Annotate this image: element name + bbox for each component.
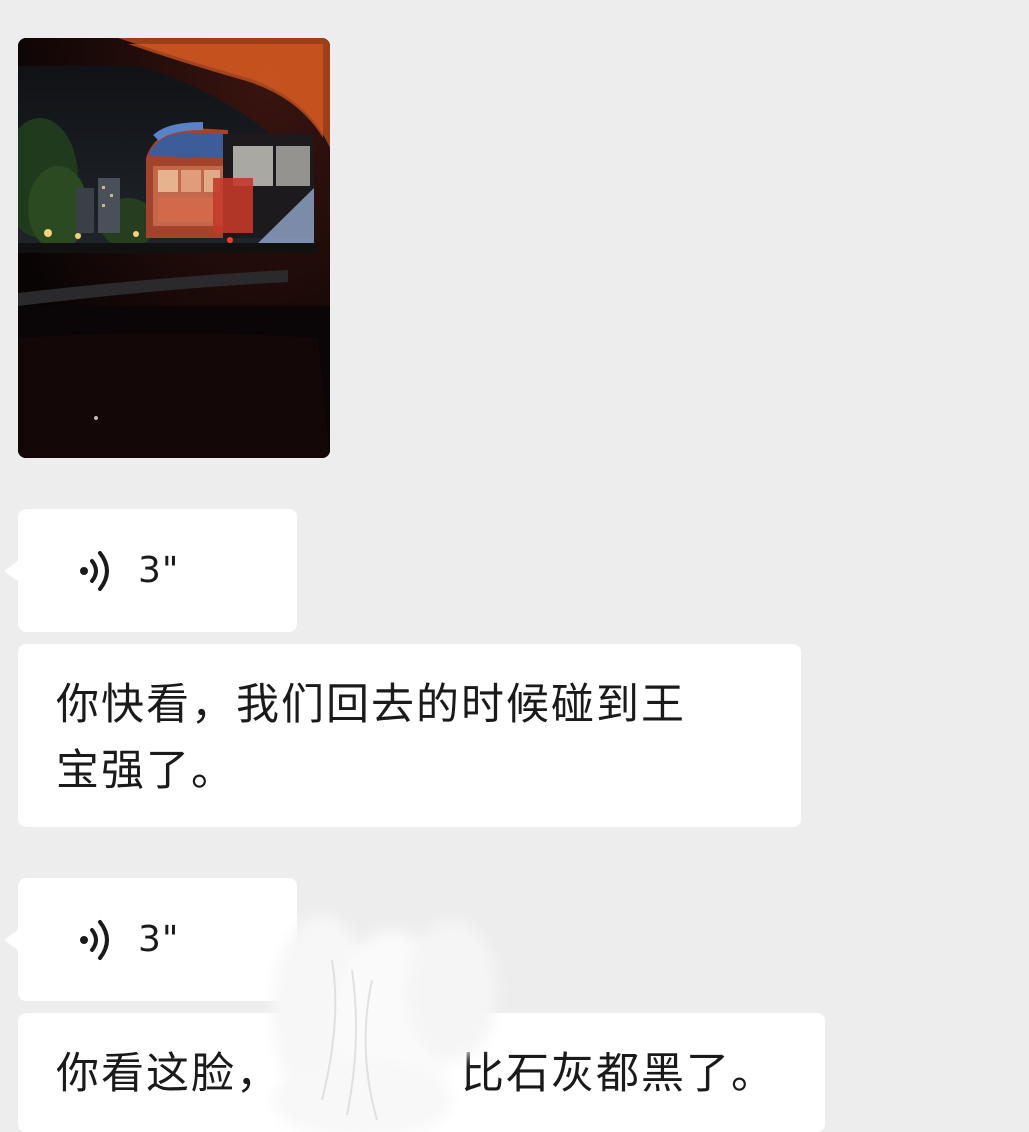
photo-thumbnail bbox=[18, 38, 330, 458]
text-message-part: 比石灰都黑了。 bbox=[461, 1049, 776, 1099]
voice-duration: 3" bbox=[138, 919, 180, 960]
voice-message[interactable]: 3" bbox=[4, 878, 297, 1001]
voice-wave-icon bbox=[80, 919, 109, 960]
image-message-night-bus[interactable] bbox=[18, 38, 330, 458]
text-message-part: 你看这脸， bbox=[56, 1049, 281, 1099]
text-message[interactable]: 你看这脸， 比石灰都黑了。 bbox=[18, 1013, 825, 1132]
chat-message-list[interactable]: 3" 你快看，我们回去的时候碰到王 宝强了。 3" 你看这脸， 比石灰都黑了。 bbox=[0, 0, 1029, 1132]
voice-duration: 3" bbox=[138, 550, 180, 591]
voice-wave-icon bbox=[80, 550, 109, 591]
text-message[interactable]: 你快看，我们回去的时候碰到王 宝强了。 bbox=[18, 644, 801, 827]
text-message-line: 宝强了。 bbox=[56, 746, 236, 796]
text-message-line: 你快看，我们回去的时候碰到王 bbox=[56, 680, 686, 730]
voice-message[interactable]: 3" bbox=[4, 509, 297, 632]
